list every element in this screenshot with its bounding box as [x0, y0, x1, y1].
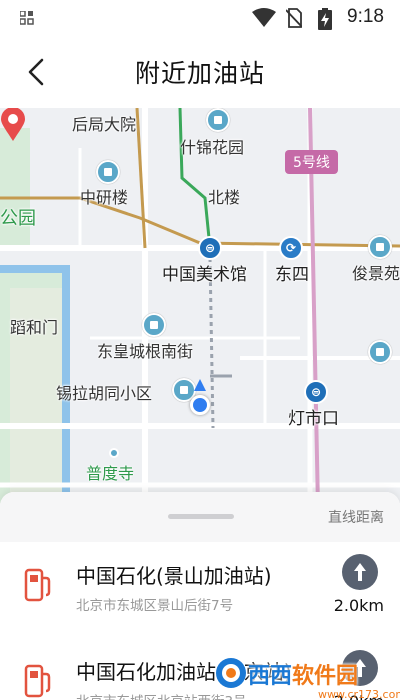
- map-label-pudusi: 普度寺: [86, 464, 135, 483]
- map-label-houju: 后局大院: [72, 115, 137, 134]
- distance-column-label: 直线距离: [328, 510, 384, 526]
- map-label-meishuguan: 中国美术馆: [162, 265, 247, 285]
- app-header: 附近加油站: [0, 36, 400, 108]
- watermark-text-blue: 西西: [248, 664, 293, 689]
- map-view[interactable]: 后局大院 什锦花园 5号线 中研楼 北楼 公园 ⊜ 中国美术馆 ⟳ 东四 俊景苑…: [0, 108, 400, 508]
- building-poi-icon[interactable]: [368, 235, 392, 259]
- map-label-daohe: 蹈和门: [10, 318, 59, 337]
- watermark-text: 西西软件园: [248, 658, 358, 690]
- station-address: 北京市东城区景山后街7号: [76, 598, 234, 614]
- no-sim-icon: [286, 8, 302, 28]
- station-item[interactable]: 中国石化(景山加油站) 北京市东城区景山后街7号 2.0km: [0, 542, 400, 638]
- watermark-logo-icon: [216, 658, 246, 688]
- metro-line-5-badge: 5号线: [285, 150, 338, 174]
- map-label-xilahutong: 锡拉胡同小区: [56, 384, 153, 403]
- map-roads: [0, 108, 400, 508]
- grid-icon: [20, 11, 34, 25]
- fuel-pump-icon: [24, 568, 51, 602]
- map-pin-icon: [1, 108, 25, 141]
- navigate-button[interactable]: [342, 554, 378, 590]
- map-label-park: 公园: [0, 208, 36, 229]
- status-time: 9:18: [347, 6, 384, 27]
- heading-arrow-icon: [194, 379, 206, 391]
- map-label-zhongyan: 中研楼: [80, 188, 129, 207]
- building-poi-icon[interactable]: [142, 313, 166, 337]
- drag-handle[interactable]: [168, 514, 234, 519]
- status-bar: 9:18: [0, 0, 400, 36]
- map-label-beilou: 北楼: [208, 188, 241, 207]
- map-label-dongsi: 东四: [275, 265, 309, 285]
- navigate-arrow-icon: [354, 563, 366, 581]
- building-poi-icon[interactable]: [368, 340, 392, 364]
- station-distance: 2.0km: [333, 596, 384, 615]
- sheet-header: 直线距离: [0, 492, 400, 542]
- battery-charging-icon: [318, 8, 332, 30]
- poi-dot-icon: [109, 448, 119, 458]
- metro-transfer-icon[interactable]: ⟳: [279, 236, 303, 260]
- map-label-junjing: 俊景苑: [352, 264, 400, 283]
- metro-station-icon[interactable]: ⊜: [198, 236, 222, 260]
- map-label-dengshikou: 灯市口: [288, 409, 339, 429]
- page-title: 附近加油站: [134, 59, 265, 88]
- watermark-text-orange: 软件园: [292, 664, 359, 689]
- map-label-shijin: 什锦花园: [180, 138, 245, 157]
- station-name: 中国石化(景山加油站): [76, 564, 272, 588]
- metro-station-icon[interactable]: ⊜: [304, 380, 328, 404]
- wifi-icon: [252, 8, 276, 27]
- user-location-icon: [190, 395, 210, 415]
- map-label-donghuang: 东皇城根南街: [97, 342, 194, 361]
- building-poi-icon[interactable]: [206, 108, 230, 132]
- watermark-url: www.cr173.com: [318, 688, 400, 700]
- fuel-pump-icon: [24, 664, 51, 698]
- building-poi-icon[interactable]: [96, 160, 120, 184]
- watermark: 西西软件园 www.cr173.com: [214, 650, 400, 700]
